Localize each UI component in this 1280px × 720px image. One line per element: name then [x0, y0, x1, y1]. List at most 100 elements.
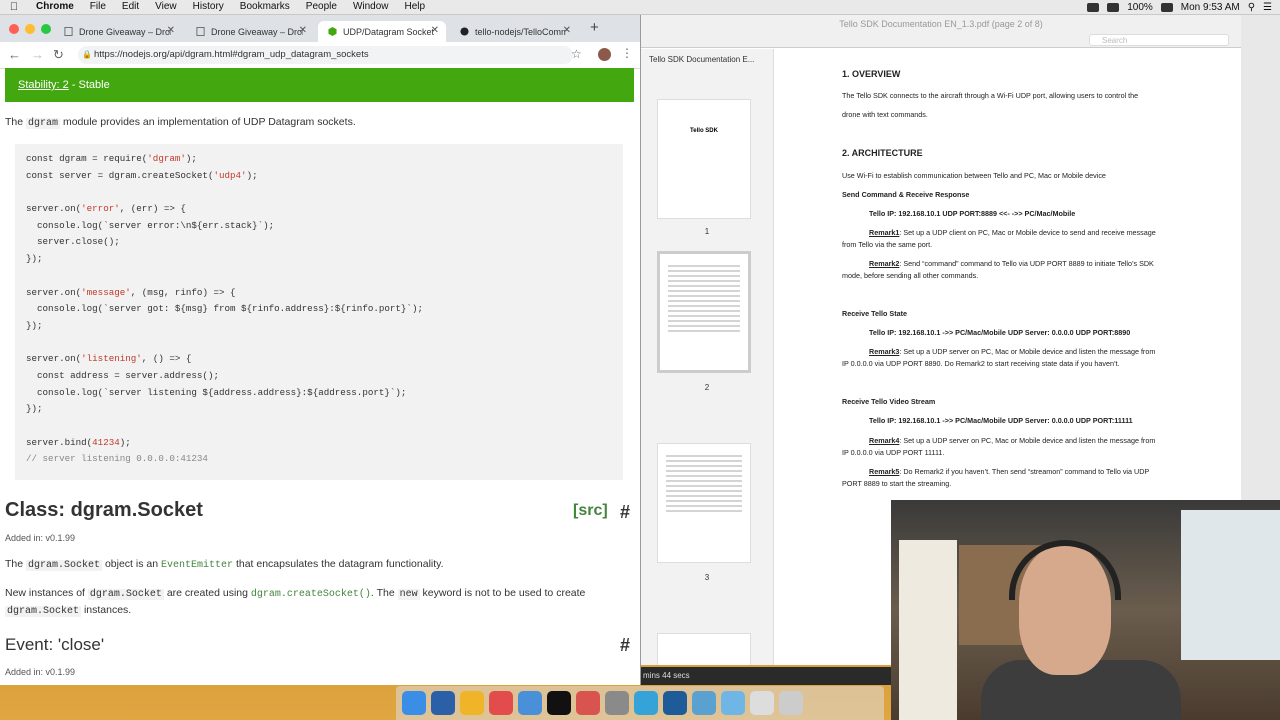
- code-string: 'udp4': [213, 169, 247, 181]
- github-icon: [460, 27, 469, 36]
- stability-link[interactable]: Stability: 2: [18, 79, 69, 91]
- volume-icon[interactable]: [1107, 2, 1120, 12]
- remark-label: Remark2: [869, 259, 900, 268]
- menu-window[interactable]: Window: [345, 0, 397, 14]
- menu-edit[interactable]: Edit: [114, 0, 147, 14]
- slack-icon[interactable]: [489, 691, 513, 715]
- thumb-line: [668, 280, 740, 282]
- folder-icon[interactable]: [721, 691, 745, 715]
- thumb-line: [668, 325, 740, 327]
- menubar-clock[interactable]: Mon 9:53 AM: [1181, 2, 1240, 13]
- spotlight-icon[interactable]: ⚲: [1248, 2, 1255, 13]
- pdf-heading-overview: 1. OVERVIEW: [842, 69, 901, 79]
- page-thumbnail-2[interactable]: [657, 251, 751, 373]
- tab-drone-giveaway-2[interactable]: Drone Giveaway – Dron ✕: [186, 21, 314, 42]
- preview-toolbar: Search: [641, 33, 1241, 48]
- code-line: // server listening 0.0.0.0:41234: [26, 453, 623, 470]
- menu-view[interactable]: View: [147, 0, 185, 14]
- menu-file[interactable]: File: [82, 0, 114, 14]
- page-thumbnail-4[interactable]: [657, 633, 751, 665]
- close-tab-icon[interactable]: ✕: [299, 25, 307, 36]
- battery-percent[interactable]: 100%: [1127, 2, 1153, 13]
- forward-arrow-icon[interactable]: →: [31, 47, 44, 62]
- inline-code: dgram: [26, 118, 61, 129]
- preview-titlebar: Tello SDK Documentation EN_1.3.pdf (page…: [641, 15, 1241, 33]
- app-icon[interactable]: [576, 691, 600, 715]
- code-text: });: [26, 319, 43, 331]
- bookmark-star-icon[interactable]: ☆: [571, 47, 582, 61]
- menu-bookmarks[interactable]: Bookmarks: [232, 0, 298, 14]
- code-line: console.log(`server error:\n${err.stack}…: [26, 220, 623, 237]
- anchor-link[interactable]: #: [620, 635, 630, 656]
- vscode-icon[interactable]: [431, 691, 455, 715]
- page-thumbnail-1[interactable]: Tello SDK: [657, 99, 751, 219]
- menu-people[interactable]: People: [298, 0, 345, 14]
- thumb-line: [668, 330, 740, 332]
- terminal-icon[interactable]: [547, 691, 571, 715]
- pdf-heading-architecture: 2. ARCHITECTURE: [842, 148, 923, 158]
- text: object is an: [104, 558, 159, 570]
- wifi-icon[interactable]: [1087, 2, 1100, 12]
- close-tab-icon[interactable]: ✕: [563, 25, 571, 36]
- page-thumbnail-3[interactable]: [657, 443, 751, 563]
- app-icon[interactable]: [634, 691, 658, 715]
- remark-label: Remark3: [869, 347, 900, 356]
- eventemitter-link[interactable]: EventEmitter: [161, 560, 233, 571]
- address-bar-row: ← → ↻ 🔒 https://nodejs.org/api/dgram.htm…: [0, 42, 640, 69]
- back-arrow-icon[interactable]: ←: [8, 47, 21, 62]
- code-text: server.on(: [26, 353, 82, 365]
- thumb-line: [666, 510, 742, 512]
- createsocket-link[interactable]: dgram.createSocket(): [251, 589, 371, 600]
- pdf-ip-line: Tello IP: 192.168.10.1 UDP PORT:8889 <<-…: [869, 209, 1076, 218]
- profile-avatar[interactable]: [598, 48, 611, 61]
- code-text: server.on(: [26, 286, 82, 298]
- sketch-icon[interactable]: [460, 691, 484, 715]
- anchor-link[interactable]: #: [620, 502, 630, 523]
- code-text: const dgram = require(: [26, 153, 148, 164]
- tab-drone-giveaway-1[interactable]: Drone Giveaway – Dron ✕: [54, 21, 182, 42]
- code-line: const address = server.address();: [26, 370, 623, 387]
- pdf-search-input[interactable]: Search: [1089, 34, 1229, 46]
- trash-icon[interactable]: [779, 691, 803, 715]
- more-options-icon[interactable]: ⋮: [621, 46, 633, 60]
- code-text: const server = dgram.createSocket(: [26, 169, 214, 181]
- page-content: Stability: 2 - Stable The dgram module p…: [0, 68, 640, 685]
- document-icon[interactable]: [750, 691, 774, 715]
- thumb-line: [668, 320, 740, 322]
- menu-app-name[interactable]: Chrome: [28, 0, 82, 14]
- battery-icon[interactable]: [1160, 2, 1173, 12]
- code-string: 'dgram': [147, 153, 186, 164]
- thumb-line: [666, 505, 742, 507]
- url-field[interactable]: 🔒 https://nodejs.org/api/dgram.html#dgra…: [78, 46, 573, 64]
- reload-icon[interactable]: ↻: [53, 47, 64, 63]
- thumb-line: [668, 305, 740, 307]
- tab-tello-nodejs[interactable]: tello-nodejs/TelloComm ✕: [450, 21, 578, 42]
- app-icon[interactable]: [692, 691, 716, 715]
- menu-history[interactable]: History: [185, 0, 232, 14]
- close-tab-icon[interactable]: ✕: [431, 25, 439, 36]
- remark-label: Remark1: [869, 228, 900, 237]
- tab-udp-datagram[interactable]: UDP/Datagram Socket ✕: [318, 21, 446, 42]
- close-window-button[interactable]: [9, 24, 19, 34]
- instances-paragraph-cont: dgram.Socket instances.: [5, 604, 131, 617]
- zoom-window-button[interactable]: [41, 24, 51, 34]
- timer-overlay: mins 44 secs: [641, 667, 893, 685]
- new-tab-icon[interactable]: +: [590, 19, 599, 36]
- event-close-heading: Event: 'close': [5, 635, 105, 654]
- thumb-line: [666, 470, 742, 472]
- app-icon[interactable]: [605, 691, 629, 715]
- menu-list-icon[interactable]: ☰: [1263, 2, 1272, 13]
- tab-title: Drone Giveaway – Dron: [79, 26, 171, 37]
- menu-help[interactable]: Help: [397, 0, 434, 14]
- code-text: console.log(`server error:\n${err.stack}…: [26, 219, 275, 231]
- thumb-line: [666, 460, 742, 462]
- finder-icon[interactable]: [402, 691, 426, 715]
- apple-menu-icon[interactable]: : [0, 1, 28, 13]
- app-icon[interactable]: [663, 691, 687, 715]
- text: The: [5, 116, 24, 128]
- source-link[interactable]: [src]: [573, 502, 608, 520]
- chrome-icon[interactable]: [518, 691, 542, 715]
- thumb-line: [666, 485, 742, 487]
- close-tab-icon[interactable]: ✕: [167, 25, 175, 36]
- minimize-window-button[interactable]: [25, 24, 35, 34]
